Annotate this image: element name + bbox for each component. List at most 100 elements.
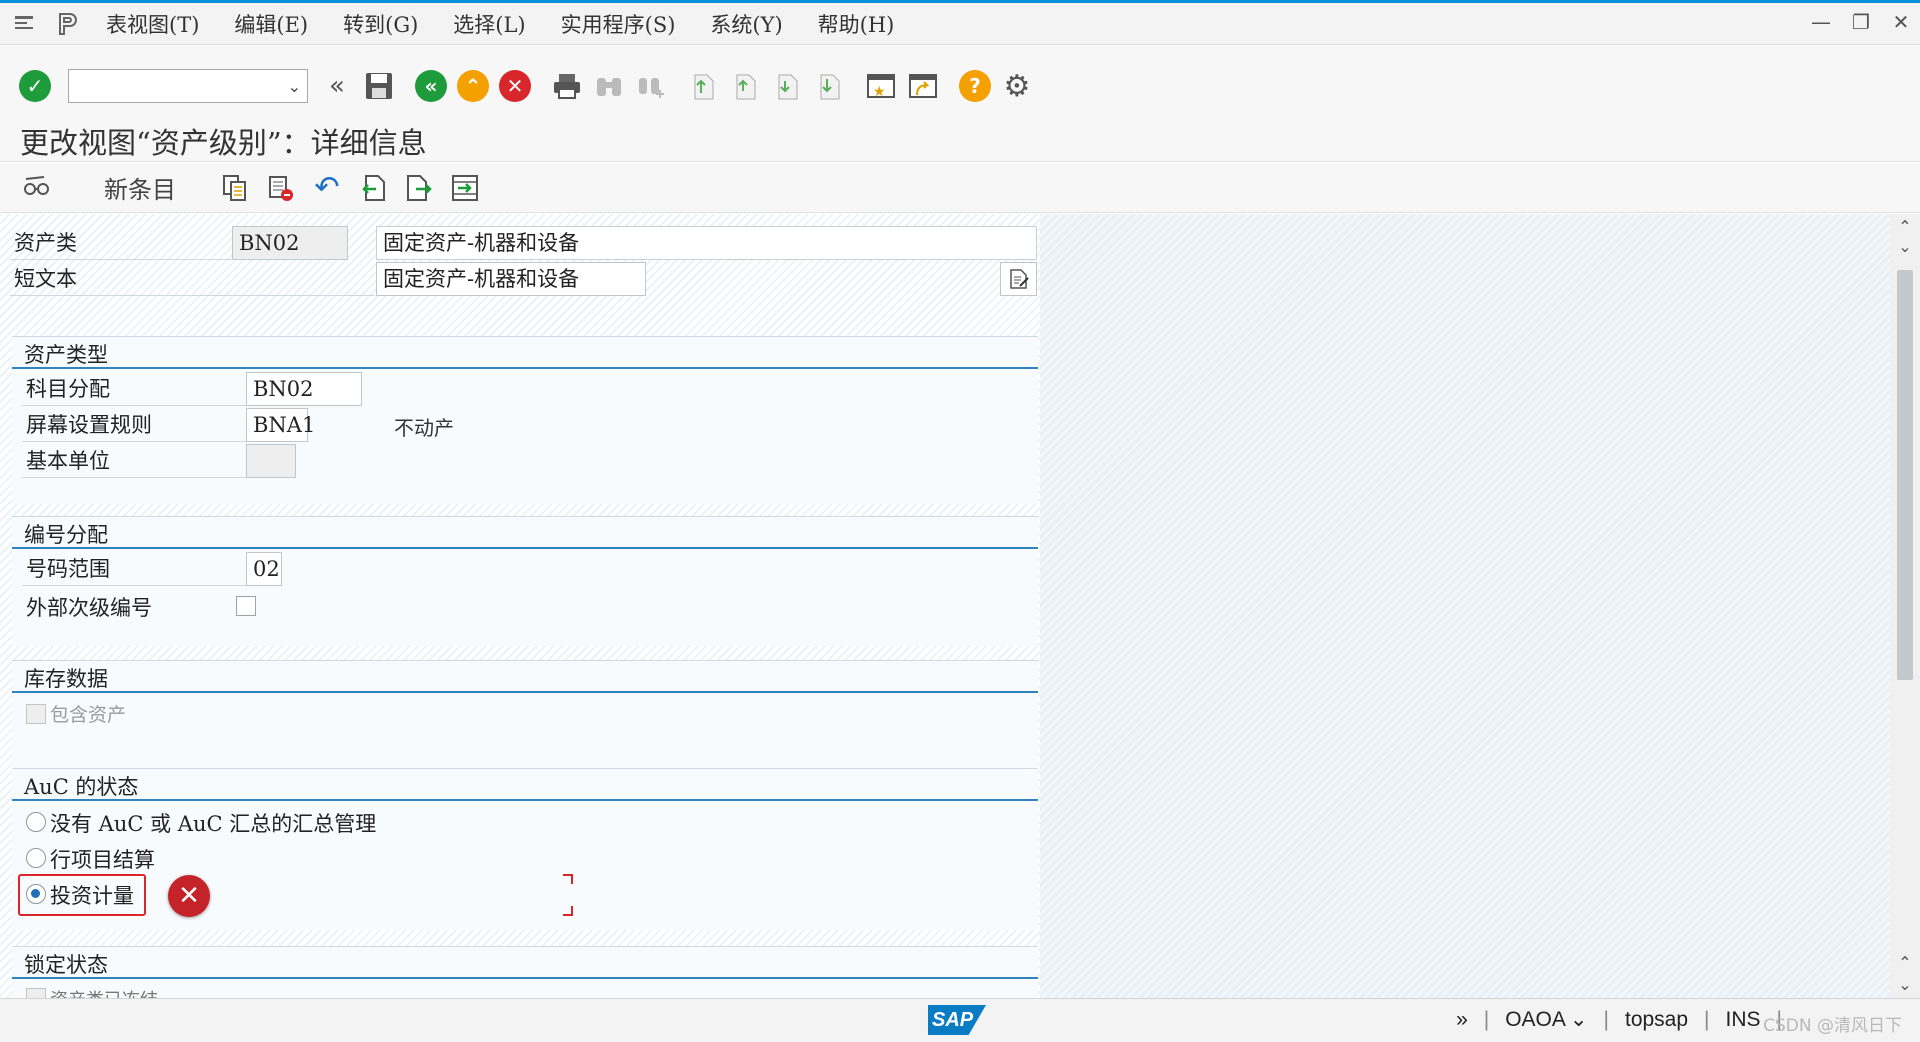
command-field[interactable]: ⌄ [68,69,308,103]
display-change-button[interactable] [18,168,56,208]
last-page-button[interactable] [810,67,848,105]
copy-as-button[interactable] [216,168,254,208]
save-icon [366,73,392,99]
scroll-down-icon[interactable]: ⌃ [1890,952,1920,974]
external-sub-number-label: 外部次级编号 [26,596,152,620]
auc-option-line-item-radio[interactable] [26,848,46,868]
status-mode[interactable]: INS [1726,1008,1761,1032]
undo-change-button[interactable]: ↶ [308,168,346,208]
scroll-bottom-icon[interactable]: ⌄ [1890,974,1920,996]
find-button[interactable] [590,67,628,105]
chevron-down-icon[interactable]: ⌄ [288,77,301,96]
title-area: 更改视图“资产级别”：详细信息 [0,118,1920,162]
gear-icon: ⚙ [1003,68,1031,104]
sap-logo-icon: SAP [928,1005,986,1035]
menu-system[interactable]: 系统(Y) [710,9,782,39]
watermark: CSDN @清风日下 [1763,1016,1902,1036]
group-lock-status: 锁定状态 [12,946,1038,998]
copy-icon [223,174,246,201]
status-chevron-down-icon[interactable]: ⌄ [1570,1007,1588,1032]
account-determination-label: 科目分配 [22,372,246,406]
last-page-icon [820,74,840,100]
menu-table-view[interactable]: 表视图(T) [106,9,199,39]
delete-button[interactable] [262,168,300,208]
next-entry-button[interactable] [400,168,438,208]
save-button[interactable] [360,67,398,105]
glasses-pencil-icon [24,175,49,195]
menu-list-icon[interactable] [8,9,42,39]
group-inventory-data-title: 库存数据 [24,667,108,691]
variable-list-button[interactable] [446,168,484,208]
number-range-field[interactable]: 02 [246,552,282,586]
find-next-button[interactable] [632,67,670,105]
auc-option-summary-radio[interactable] [26,812,46,832]
number-range-label: 号码范围 [22,552,246,586]
first-page-icon [694,74,714,100]
menu-selection[interactable]: 选择(L) [453,9,525,39]
auc-option-investment-radio[interactable] [26,884,46,904]
vertical-scrollbar[interactable]: ⌃ ⌄ ⌃ ⌄ [1890,214,1920,998]
scroll-thumb[interactable] [1897,270,1913,680]
group-auc-status-title: AuC 的状态 [24,775,139,799]
selection-corner-bottom [563,906,573,916]
asset-class-field[interactable]: BN02 [232,226,348,260]
double-chevron-left-icon: « [329,71,345,101]
group-inventory-data: 库存数据 [12,660,1038,768]
exit-button[interactable]: ⌃ [454,67,492,105]
group-asset-type-title: 资产类型 [24,343,108,367]
next-page-button[interactable] [768,67,806,105]
svg-text:★: ★ [873,84,886,100]
menu-utilities[interactable]: 实用程序(S) [561,9,676,39]
exit-icon: ⌃ [457,70,489,102]
collapse-command-button[interactable]: « [318,67,356,105]
scroll-up-icon[interactable]: ⌄ [1890,236,1920,258]
minimize-icon[interactable]: — [1808,9,1834,35]
shortcut-button[interactable] [904,67,942,105]
back-button[interactable]: « [412,67,450,105]
short-text-field[interactable]: 固定资产-机器和设备 [376,262,646,296]
menu-goto[interactable]: 转到(G) [343,9,418,39]
scroll-top-icon[interactable]: ⌃ [1890,216,1920,238]
previous-page-button[interactable] [726,67,764,105]
content-area: 资产类 BN02 固定资产-机器和设备 短文本 固定资产-机器和设备 资产类型 … [0,214,1890,998]
back-icon: « [415,70,447,102]
enter-button[interactable]: ✓ [16,67,54,105]
new-entries-button[interactable]: 新条目 [104,170,176,205]
settings-button[interactable]: ⚙ [998,67,1036,105]
lock-checkbox-partial[interactable] [26,988,46,998]
sap-menu-icon[interactable] [50,9,84,39]
new-session-button[interactable]: ★ [862,67,900,105]
account-determination-field[interactable]: BN02 [246,372,362,406]
help-button[interactable]: ? [956,67,994,105]
base-unit-field[interactable] [246,444,296,478]
help-icon: ? [959,70,991,102]
first-page-button[interactable] [684,67,722,105]
standard-toolbar: ✓ ⌄ « « ⌃ ✕ ★ ? ⚙ [0,46,1920,126]
shortcut-icon [909,74,937,98]
screen-layout-field[interactable]: BNA1 [246,408,315,442]
menu-help[interactable]: 帮助(H) [818,9,895,39]
undo-icon: ↶ [314,170,340,205]
binoculars-plus-icon [639,78,664,98]
close-window-icon[interactable]: ✕ [1888,9,1914,35]
group-auc-status: AuC 的状态 [12,768,1038,930]
external-sub-number-checkbox[interactable] [236,596,256,616]
binoculars-icon [597,78,621,96]
include-asset-checkbox[interactable] [26,704,46,724]
cancel-button[interactable]: ✕ [496,67,534,105]
cancel-icon: ✕ [499,70,531,102]
screen-layout-label: 屏幕设置规则 [22,408,246,442]
page-title: 更改视图“资产级别”：详细信息 [20,126,427,160]
status-transaction[interactable]: OAOA [1505,1008,1566,1032]
restore-icon[interactable]: ❐ [1848,9,1874,35]
auc-option-line-item-label: 行项目结算 [50,848,155,872]
previous-entry-button[interactable] [354,168,392,208]
include-asset-label: 包含资产 [50,704,127,726]
menu-edit[interactable]: 编辑(E) [234,9,308,39]
asset-class-label: 资产类 [10,226,232,260]
long-text-button[interactable] [1000,262,1037,296]
lock-checkbox-label: 资产类已冻结 [50,986,158,998]
print-button[interactable] [548,67,586,105]
auc-option-summary-label: 没有 AuC 或 AuC 汇总的汇总管理 [50,812,377,836]
status-expand-icon[interactable]: » [1456,1008,1468,1032]
